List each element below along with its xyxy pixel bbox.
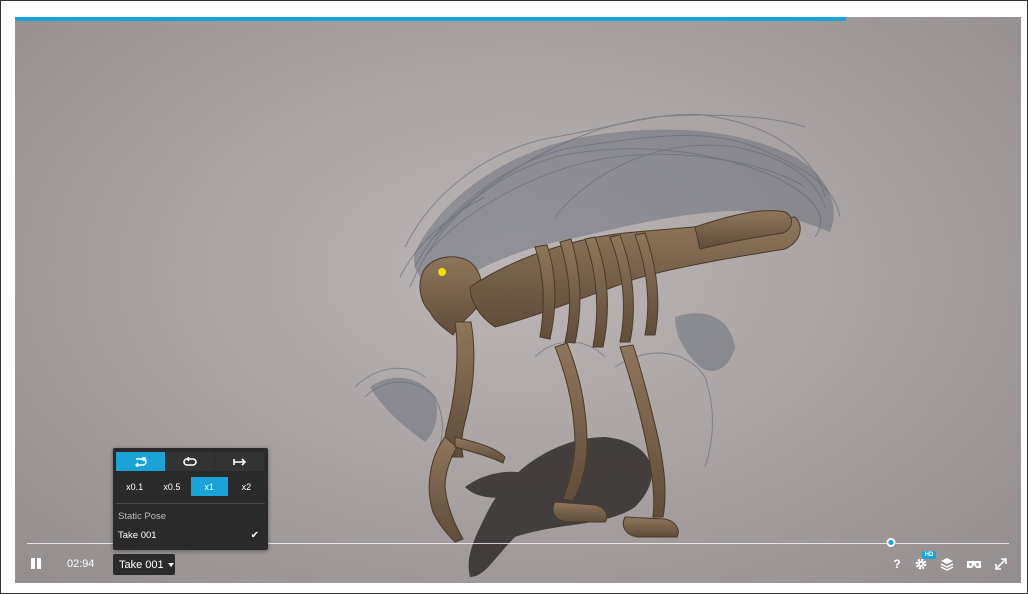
- fullscreen-icon: [995, 558, 1007, 570]
- pause-button[interactable]: [29, 556, 43, 570]
- vr-button[interactable]: [966, 557, 982, 573]
- fullscreen-button[interactable]: [994, 557, 1010, 573]
- speed-group: x0.1 x0.5 x1 x2: [116, 477, 265, 496]
- 3d-viewer-canvas[interactable]: 02:94 Take 001 x0.1 x0.5 x1 x2 Static Po…: [15, 17, 1021, 583]
- animation-item-label: Take 001: [118, 530, 157, 541]
- timeline-handle[interactable]: [886, 538, 896, 547]
- animation-item-take-001[interactable]: Take 001 ✔: [118, 530, 263, 541]
- caret-down-icon: [167, 562, 174, 567]
- help-button[interactable]: ?: [889, 557, 905, 573]
- hd-badge: HD: [922, 551, 936, 559]
- loop-all-button[interactable]: [165, 452, 215, 471]
- loop-one-button[interactable]: [116, 452, 165, 471]
- play-once-icon: [232, 457, 246, 466]
- pause-icon-bar-right: [37, 558, 41, 569]
- speed-x0-5-button[interactable]: x0.5: [153, 477, 190, 496]
- menu-divider: [116, 503, 265, 504]
- speed-x1-button[interactable]: x1: [190, 477, 228, 496]
- layers-button[interactable]: [940, 557, 956, 573]
- vr-headset-icon: [967, 561, 981, 568]
- layers-icon: [940, 558, 954, 571]
- animation-item-label: Static Pose: [118, 511, 167, 522]
- play-once-button[interactable]: [215, 452, 265, 471]
- loop-one-icon: [135, 456, 148, 467]
- loop-mode-group: [116, 452, 265, 471]
- pause-icon-bar-left: [31, 558, 35, 569]
- animation-menu: x0.1 x0.5 x1 x2 Static Pose Take 001 ✔: [113, 448, 268, 550]
- speed-x0-1-button[interactable]: x0.1: [116, 477, 153, 496]
- window-frame: 02:94 Take 001 x0.1 x0.5 x1 x2 Static Po…: [0, 0, 1028, 594]
- time-display: 02:94: [67, 558, 95, 570]
- checkmark-icon: ✔: [250, 530, 259, 541]
- model-eye: [438, 268, 446, 276]
- settings-button[interactable]: [914, 557, 930, 573]
- loop-all-icon: [183, 456, 197, 466]
- animation-select-label: Take 001: [119, 558, 164, 571]
- animation-item-static-pose[interactable]: Static Pose: [118, 511, 263, 522]
- animation-select[interactable]: Take 001: [113, 554, 175, 575]
- speed-x2-button[interactable]: x2: [228, 477, 265, 496]
- gear-icon: [915, 558, 927, 570]
